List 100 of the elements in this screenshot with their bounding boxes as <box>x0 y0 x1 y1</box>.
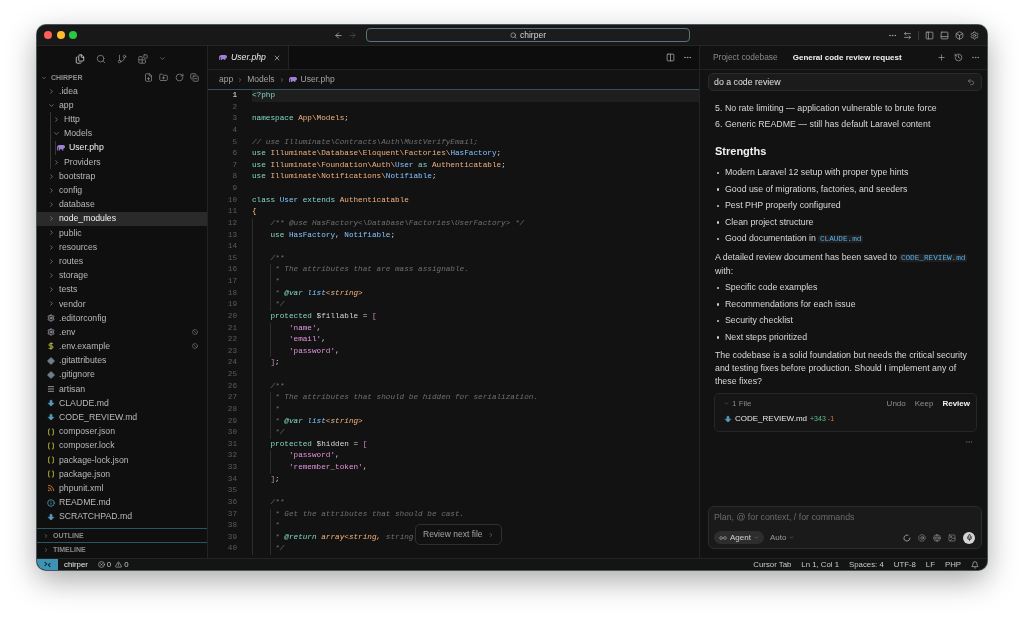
breadcrumb[interactable]: Models <box>247 75 275 84</box>
chevron-down-icon[interactable] <box>159 55 166 62</box>
tree-item[interactable]: .gitattributes <box>37 353 207 368</box>
down-arrow-icon <box>47 413 55 422</box>
error-icon[interactable] <box>97 561 105 568</box>
tree-item[interactable]: app <box>37 98 207 113</box>
tree-item[interactable]: package-lock.json <box>37 452 207 468</box>
plus-icon[interactable] <box>937 53 946 62</box>
chevron-right-icon[interactable] <box>52 115 60 123</box>
tree-item[interactable]: vendor <box>37 296 207 311</box>
chevron-right-icon[interactable] <box>47 215 55 223</box>
ellipsis-icon[interactable] <box>971 53 980 62</box>
tree-item[interactable]: public <box>37 225 207 241</box>
tree-item[interactable]: .env <box>37 325 207 340</box>
blocks-icon[interactable] <box>138 53 148 64</box>
at-sign-icon[interactable] <box>918 533 926 542</box>
undo-icon[interactable] <box>967 78 975 86</box>
refresh-icon[interactable] <box>174 73 184 82</box>
tree-item[interactable]: .idea <box>37 84 207 99</box>
chevron-right-icon[interactable] <box>47 300 55 308</box>
tree-item[interactable]: database <box>37 197 207 212</box>
window-close-button[interactable] <box>44 31 52 39</box>
tree-item[interactable]: CODE_REVIEW.md <box>37 410 207 425</box>
close-icon[interactable] <box>272 53 281 62</box>
tree-item[interactable]: CLAUDE.md <box>37 396 207 411</box>
collapse-icon[interactable] <box>190 73 199 82</box>
bell-icon[interactable] <box>971 560 979 569</box>
chat-tab[interactable]: General code review request <box>792 53 902 62</box>
chat-tab[interactable]: Project codebase <box>713 53 778 62</box>
back-arrow-icon[interactable] <box>334 30 343 40</box>
files-icon[interactable] <box>75 53 85 64</box>
tree-item[interactable]: tests <box>37 282 207 297</box>
columns-icon[interactable] <box>666 53 675 62</box>
chevron-right-icon[interactable] <box>47 243 55 251</box>
window-zoom-button[interactable] <box>69 31 77 39</box>
window-minimize-button[interactable] <box>56 31 65 39</box>
tree-item[interactable]: node_modules <box>37 211 207 226</box>
chevron-right-icon[interactable] <box>47 172 55 180</box>
file-count: 1 File <box>732 399 752 408</box>
swap-arrows-icon[interactable] <box>903 30 912 40</box>
chevron-right-icon[interactable] <box>47 229 55 237</box>
chevron-right-icon[interactable] <box>47 87 55 95</box>
tree-item[interactable]: Models <box>37 126 207 141</box>
chevron-right-icon[interactable] <box>47 272 55 280</box>
microphone-icon[interactable] <box>963 531 975 544</box>
chevron-down-icon[interactable] <box>52 130 60 138</box>
tree-item[interactable]: composer.json <box>37 424 207 439</box>
change-action[interactable]: Keep <box>914 399 934 408</box>
file-plus-icon[interactable] <box>143 73 153 82</box>
review-next-file-button[interactable]: Review next file <box>415 524 502 545</box>
chevron-right-icon[interactable] <box>47 257 55 265</box>
tree-item[interactable]: README.md <box>37 495 207 510</box>
prompt-field[interactable]: do a code review <box>708 73 982 91</box>
chevron-right-icon[interactable] <box>52 158 60 166</box>
tree-item[interactable]: .env.example <box>37 339 207 354</box>
tree-item[interactable]: Providers <box>37 154 207 170</box>
chevron-down-icon[interactable] <box>41 74 47 81</box>
tree-item[interactable]: package.json <box>37 467 207 482</box>
tree-item[interactable]: artisan <box>37 381 207 397</box>
chevron-down-icon[interactable] <box>47 101 55 109</box>
warning-icon[interactable] <box>115 561 123 568</box>
tree-item[interactable]: Http <box>37 112 207 127</box>
history-icon[interactable] <box>954 53 963 62</box>
agent-mode-button[interactable]: Agent <box>714 531 764 544</box>
tree-item[interactable]: routes <box>37 254 207 269</box>
chevron-right-icon[interactable] <box>47 286 55 294</box>
branch-icon[interactable] <box>117 53 127 64</box>
folder-plus-icon[interactable] <box>159 73 168 82</box>
editor-tab[interactable]: User.php <box>208 46 289 69</box>
tree-item[interactable]: phpunit.xml <box>37 481 207 496</box>
ellipsis-icon[interactable] <box>683 53 692 62</box>
message-composer[interactable]: Plan, @ for context, / for commands Agent Auto <box>708 506 982 549</box>
infinity-icon <box>719 533 727 542</box>
breadcrumb[interactable]: app <box>219 75 234 84</box>
tree-item[interactable]: bootstrap <box>37 169 207 184</box>
message-input[interactable]: Plan, @ for context, / for commands <box>714 511 975 524</box>
tree-item[interactable]: SCRATCHPAD.md <box>37 509 207 524</box>
tree-item[interactable]: storage <box>37 268 207 283</box>
tree-item[interactable]: .gitignore <box>37 367 207 382</box>
panel-left-icon[interactable] <box>925 30 934 40</box>
chevron-right-icon[interactable] <box>47 186 55 194</box>
chevron-right-icon[interactable] <box>47 201 55 209</box>
change-action[interactable]: Undo <box>886 399 906 408</box>
tree-item[interactable]: composer.lock <box>37 438 207 453</box>
chevrons-icon[interactable] <box>37 559 58 570</box>
file-name[interactable]: CODE_REVIEW.md <box>735 414 807 423</box>
image-icon[interactable] <box>948 533 956 542</box>
globe-icon[interactable] <box>933 533 941 542</box>
search-icon[interactable] <box>96 53 106 64</box>
command-center-search[interactable]: chirper <box>366 28 690 42</box>
tree-item[interactable]: User.php <box>37 140 207 155</box>
cube-icon[interactable] <box>955 30 964 40</box>
tree-item[interactable]: resources <box>37 240 207 255</box>
tree-item[interactable]: .editorconfig <box>37 311 207 326</box>
change-action[interactable]: Review <box>942 399 970 408</box>
breadcrumb[interactable]: User.php <box>288 75 335 84</box>
settings-icon[interactable] <box>970 30 979 40</box>
tree-item[interactable]: config <box>37 183 207 198</box>
panel-bottom-icon[interactable] <box>940 30 949 40</box>
model-button[interactable]: Auto <box>769 531 795 544</box>
